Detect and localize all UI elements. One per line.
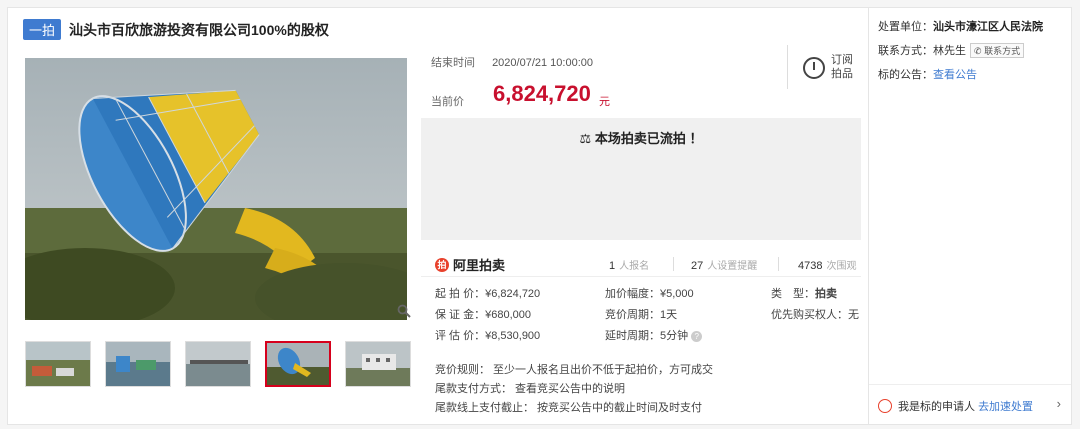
bid-period: 竞价周期：1天 [605,309,678,321]
divider [787,45,788,89]
auction-main-panel: 一拍 汕头市百欣旅游投资有限公司100%的股权 结束时间 2020/07/21 … [7,7,869,425]
expedite-link[interactable]: 去加速处置 [978,398,1033,414]
alarm-clock-icon[interactable] [803,57,825,79]
notice-label: 标的公告： [878,69,933,81]
alibaba-auction-logo[interactable]: 拍 阿里拍卖 [435,255,505,274]
watchers-count: 4738 [798,260,823,272]
court-name: 汕头市濠江区人民法院 [933,21,1043,33]
watchers-unit: 次围观 [826,261,857,272]
reminders-count: 27 [691,260,704,272]
thumbnail-1[interactable] [25,341,91,387]
thumbnail-4-selected[interactable] [265,341,331,387]
applicant-bar[interactable]: 我是标的申请人 去加速处置 › [869,384,1071,424]
applicant-text: 我是标的申请人 [898,401,975,413]
contact-button-label: 联系方式 [984,46,1021,56]
details-row: 起 拍 价：¥6,824,720 加价幅度：¥5,000 类 型：拍卖 [435,285,865,306]
auction-type-value: 拍卖 [815,288,837,300]
thumbnail-strip [25,341,411,387]
watchers-stat: 4738 次围观 [798,257,856,272]
auction-rules: 竞价规则： 至少一人报名且出价不低于起拍价，方可成交 尾款支付方式： 查看竞买公… [435,361,713,418]
platform-name: 阿里拍卖 [453,258,506,273]
auction-round-badge: 一拍 [23,19,62,40]
current-price-unit: 元 [599,96,610,108]
reminders-stat: 27 人设置提醒 [691,257,757,272]
current-price-label: 当前价 [431,96,464,108]
details-row: 保 证 金：¥680,000 竞价周期：1天 优先购买权人：无 [435,306,865,327]
appraisal-price: 评 估 价：¥8,530,900 [435,330,541,342]
details-row: 评 估 价：¥8,530,900 延时周期：5分钟 ? [435,327,865,348]
current-price-value: 6,824,720 [493,81,591,106]
auction-status-row: ⚖ 本场拍卖已流拍 ！ [421,128,861,147]
contact-row: 联系方式：林先生 ✆ 联系方式 [878,42,1025,58]
auction-details-grid: 起 拍 价：¥6,824,720 加价幅度：¥5,000 类 型：拍卖 保 证 … [435,285,865,348]
page-title: 汕头市百欣旅游投资有限公司100%的股权 [69,21,329,38]
court-label: 处置单位： [878,21,933,33]
bid-rule: 竞价规则： 至少一人报名且出价不低于起拍价，方可成交 [435,364,714,376]
end-time-row: 结束时间 2020/07/21 10:00:00 [431,54,593,70]
applicant-row: 我是标的申请人 去加速处置 [878,398,1033,414]
bid-increment: 加价幅度：¥5,000 [605,288,694,300]
gavel-icon: ⚖ [579,131,592,146]
signups-unit: 人报名 [619,261,650,272]
hand-icon [878,399,892,413]
alibaba-logo-icon: 拍 [435,257,449,272]
help-icon[interactable]: ? [691,331,703,342]
start-price: 起 拍 价：¥6,824,720 [435,288,541,300]
contact-button[interactable]: ✆ 联系方式 [970,43,1025,58]
divider [778,257,779,271]
chevron-right-icon[interactable]: › [1057,396,1061,411]
signups-count: 1 [609,260,616,272]
zoom-icon[interactable] [397,304,411,321]
auction-type: 类 型：拍卖 [771,285,837,301]
deposit: 保 证 金：¥680,000 [435,309,531,321]
notice-row: 标的公告：查看公告 [878,66,977,82]
auction-status-text: 本场拍卖已流拍 ！ [594,131,703,146]
payment-method: 尾款支付方式： 查看竞买公告中的说明 [435,383,626,395]
reminders-unit: 人设置提醒 [707,261,758,272]
phone-icon: ✆ [974,46,982,56]
signups-stat: 1 人报名 [609,257,649,272]
auction-status-box: ⚖ 本场拍卖已流拍 ！ [421,118,861,240]
subscribe-button[interactable]: 订阅拍品 [831,53,861,81]
divider [673,257,674,271]
thumbnail-5[interactable] [345,341,411,387]
thumbnail-2[interactable] [105,341,171,387]
platform-stats-row: 拍 阿里拍卖 1 人报名 27 人设置提醒 4738 次围观 [421,247,861,277]
payment-deadline: 尾款线上支付截止： 按竞买公告中的截止时间及时支付 [435,402,703,414]
title-row: 一拍 汕头市百欣旅游投资有限公司100%的股权 [23,19,329,40]
thumbnail-3[interactable] [185,341,251,387]
end-time-label: 结束时间 [431,57,475,69]
court-row: 处置单位：汕头市濠江区人民法院 [878,18,1043,34]
auction-type-label: 类 型： [771,288,815,300]
end-time-value: 2020/07/21 10:00:00 [492,57,593,69]
priority-buyer: 优先购买权人：无 [771,309,859,321]
contact-label: 联系方式：林先生 [878,45,966,57]
court-info-sidebar: 处置单位：汕头市濠江区人民法院 联系方式：林先生 ✆ 联系方式 标的公告：查看公告… [868,7,1072,425]
view-notice-link[interactable]: 查看公告 [933,69,977,81]
main-photo[interactable] [25,58,407,320]
delay-period-text: 延时周期：5分钟 [605,330,689,342]
delay-period: 延时周期：5分钟 ? [605,327,703,343]
